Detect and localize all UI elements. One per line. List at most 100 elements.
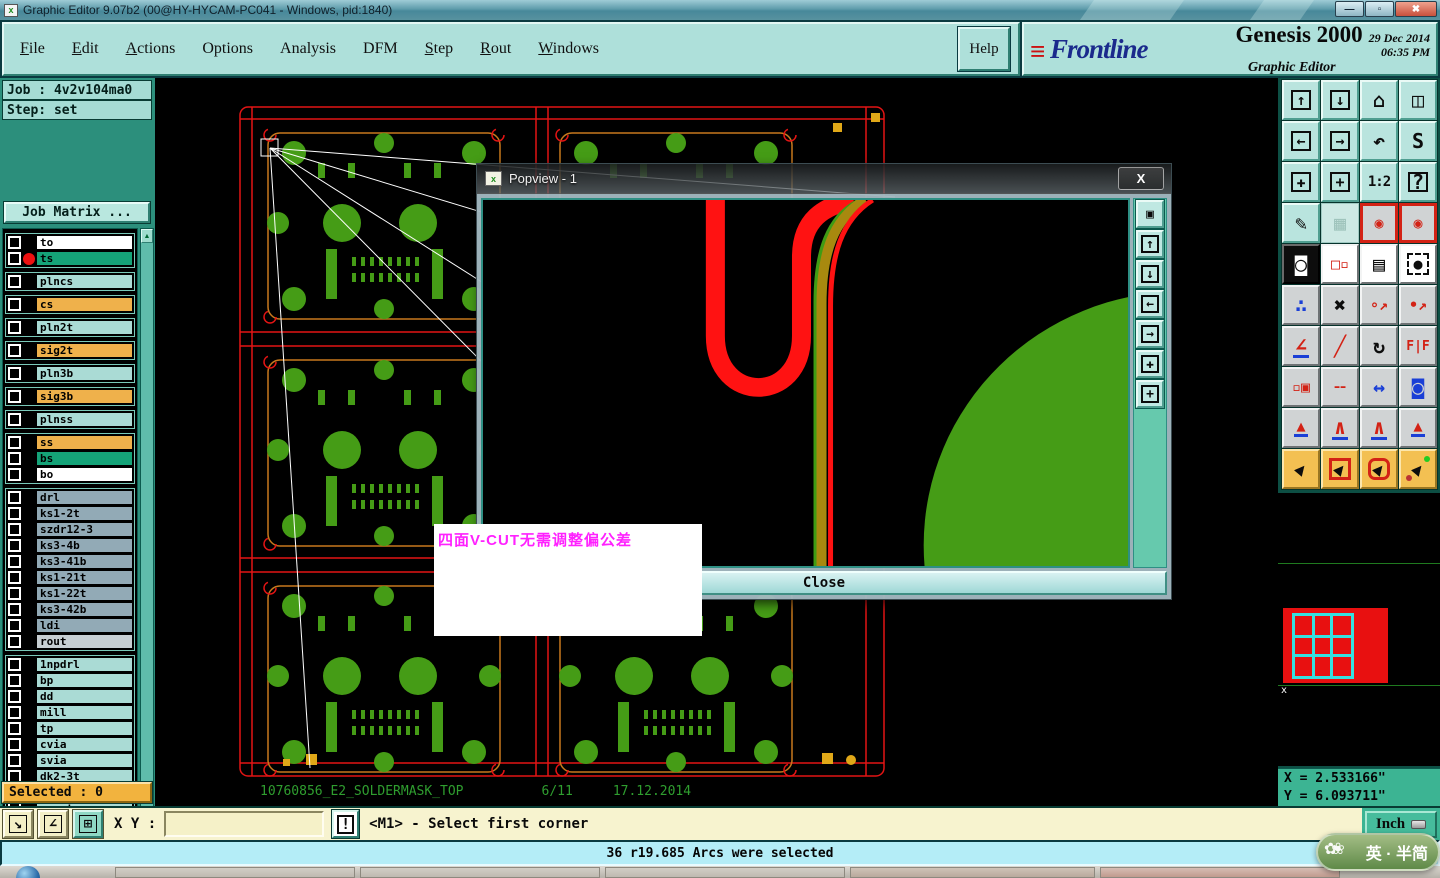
layer-checkbox[interactable] xyxy=(8,507,21,520)
layer-name[interactable]: ts xyxy=(36,251,133,266)
layer-row-tp[interactable]: tp xyxy=(7,721,133,736)
netlist-b-button[interactable]: ◉ xyxy=(1398,202,1438,244)
overview-panel[interactable]: x xyxy=(1278,492,1440,766)
netlist-a-button[interactable]: ◉ xyxy=(1359,202,1399,244)
pv-zoom-fit-button[interactable]: ✚ xyxy=(1135,349,1165,379)
layer-name[interactable]: ks1-2t xyxy=(36,506,133,521)
layer-row-to[interactable]: to xyxy=(7,235,133,250)
layer-name[interactable]: cs xyxy=(36,297,133,312)
layer-name[interactable]: ks3-42b xyxy=(36,602,133,617)
layer-row-cs[interactable]: cs xyxy=(7,297,133,312)
layer-row-1npdrl[interactable]: 1npdrl xyxy=(7,657,133,672)
chain-select-button[interactable]: ∴ xyxy=(1281,284,1321,326)
copy-layer-button[interactable]: ▫▣ xyxy=(1281,366,1321,408)
layer-checkbox[interactable] xyxy=(8,555,21,568)
pan-right-button[interactable]: → xyxy=(1320,120,1360,162)
layer-checkbox[interactable] xyxy=(8,635,21,648)
layer-name[interactable]: drl xyxy=(36,490,133,505)
layer-checkbox[interactable] xyxy=(8,468,21,481)
layer-checkbox[interactable] xyxy=(8,690,21,703)
angle-measure-button[interactable]: ∠ xyxy=(1281,325,1321,367)
layer-name[interactable]: cvia xyxy=(36,737,133,752)
layer-checkbox[interactable] xyxy=(8,436,21,449)
pv-pan-right-button[interactable]: → xyxy=(1135,319,1165,349)
taskbar-item[interactable] xyxy=(360,867,600,878)
layer-name[interactable]: bo xyxy=(36,467,133,482)
taskbar-item[interactable] xyxy=(850,867,1095,878)
menu-item-analysis[interactable]: Analysis xyxy=(280,40,336,58)
layer-name[interactable]: 1npdrl xyxy=(36,657,133,672)
layer-row-ks1-22t[interactable]: ks1-22t xyxy=(7,586,133,601)
layer-row-bs[interactable]: bs xyxy=(7,451,133,466)
pv-center-button[interactable]: + xyxy=(1135,379,1165,409)
windows-taskbar[interactable] xyxy=(0,866,1440,878)
layer-checkbox[interactable] xyxy=(8,523,21,536)
popview-content[interactable] xyxy=(481,198,1130,568)
layer-row-sig3b[interactable]: sig3b xyxy=(7,389,133,404)
home-view-button[interactable]: ⌂ xyxy=(1359,79,1399,121)
layer-checkbox[interactable] xyxy=(8,722,21,735)
layer-name[interactable]: mill xyxy=(36,705,133,720)
layer-row-szdr12-3[interactable]: szdr12-3 xyxy=(7,522,133,537)
layer-name[interactable]: ks3-41b xyxy=(36,554,133,569)
layer-name[interactable]: ks3-4b xyxy=(36,538,133,553)
layer-name[interactable]: sig2t xyxy=(36,343,133,358)
layer-row-ks1-2t[interactable]: ks1-2t xyxy=(7,506,133,521)
layer-row-dd[interactable]: dd xyxy=(7,689,133,704)
arc-2-button[interactable]: ∧ xyxy=(1320,407,1360,449)
zoom-fit-button[interactable]: ✚ xyxy=(1281,161,1321,203)
layer-checkbox[interactable] xyxy=(8,344,21,357)
measure-distance-button[interactable]: ↘ xyxy=(2,809,34,839)
taskbar-item[interactable] xyxy=(115,867,355,878)
layer-checkbox[interactable] xyxy=(8,252,21,265)
grid-button[interactable]: ▦ xyxy=(1320,202,1360,244)
layer-checkbox[interactable] xyxy=(8,367,21,380)
menu-item-actions[interactable]: Actions xyxy=(126,40,176,58)
views-xy-button[interactable]: ◫ xyxy=(1398,79,1438,121)
layer-name[interactable]: pln2t xyxy=(36,320,133,335)
layer-checkbox[interactable] xyxy=(8,298,21,311)
delete-button[interactable]: ✖ xyxy=(1320,284,1360,326)
select-invert-button[interactable]: ◙ xyxy=(1281,243,1321,285)
layer-checkbox[interactable] xyxy=(8,491,21,504)
layer-name[interactable]: bs xyxy=(36,451,133,466)
layer-name[interactable]: szdr12-3 xyxy=(36,522,133,537)
layer-row-sig2t[interactable]: sig2t xyxy=(7,343,133,358)
layer-name[interactable]: dd xyxy=(36,689,133,704)
menu-item-edit[interactable]: Edit xyxy=(72,40,99,58)
previous-view-button[interactable]: ↶ xyxy=(1359,120,1399,162)
layer-checkbox[interactable] xyxy=(8,738,21,751)
rotate-button[interactable]: ↻ xyxy=(1359,325,1399,367)
layer-checkbox[interactable] xyxy=(8,390,21,403)
layer-name[interactable]: to xyxy=(36,235,133,250)
layer-row-ks3-41b[interactable]: ks3-41b xyxy=(7,554,133,569)
menu-item-windows[interactable]: Windows xyxy=(538,40,599,58)
xy-input[interactable] xyxy=(164,811,325,837)
menu-item-rout[interactable]: Rout xyxy=(480,40,511,58)
layer-row-ks3-42b[interactable]: ks3-42b xyxy=(7,602,133,617)
layer-checkbox[interactable] xyxy=(8,413,21,426)
pad-select-button[interactable]: ● xyxy=(1398,243,1438,285)
pv-pan-left-button[interactable]: ← xyxy=(1135,289,1165,319)
menu-item-help[interactable]: Help xyxy=(957,26,1011,72)
layer-row-bo[interactable]: bo xyxy=(7,467,133,482)
move-point-button[interactable]: •↗ xyxy=(1398,284,1438,326)
minimize-button[interactable]: — xyxy=(1335,1,1364,17)
layer-name[interactable]: ldi xyxy=(36,618,133,633)
layer-checkbox[interactable] xyxy=(8,658,21,671)
ruler-button[interactable]: ▤ xyxy=(1359,243,1399,285)
arc-1-button[interactable]: ▲ xyxy=(1281,407,1321,449)
arc-3-button[interactable]: ∧ xyxy=(1359,407,1399,449)
scroll-up-icon[interactable]: ▲ xyxy=(141,229,153,243)
layer-row-pln3b[interactable]: pln3b xyxy=(7,366,133,381)
taskbar-item[interactable] xyxy=(605,867,845,878)
layer-row-mill[interactable]: mill xyxy=(7,705,133,720)
layer-checkbox[interactable] xyxy=(8,587,21,600)
pv-zoom-out-button[interactable]: ↓ xyxy=(1135,259,1165,289)
popview-close-icon[interactable]: X xyxy=(1118,167,1164,190)
layer-row-drl[interactable]: drl xyxy=(7,490,133,505)
job-matrix-button[interactable]: Job Matrix ... xyxy=(3,201,151,224)
pan-left-button[interactable]: ← xyxy=(1281,120,1321,162)
layer-name[interactable]: svia xyxy=(36,753,133,768)
stretch-button[interactable]: ╌ xyxy=(1320,366,1360,408)
